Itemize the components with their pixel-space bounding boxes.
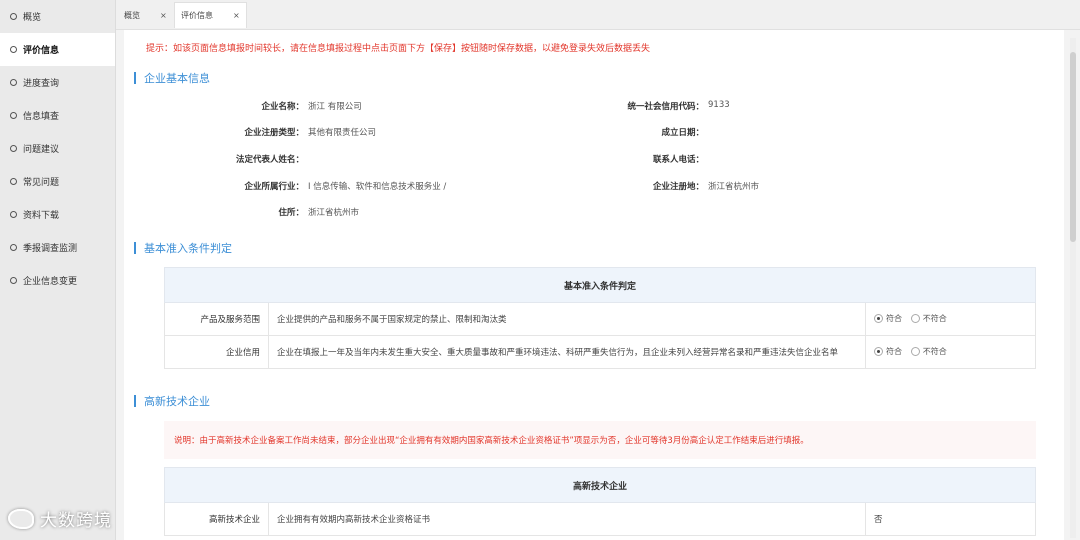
table-row: 企业信用 企业在填报上一年及当年内未发生重大安全、重大质量事故和严重环境违法、科… (164, 335, 1036, 369)
industry-label: 企业所属行业： (244, 182, 304, 192)
basic-judge-table: 基本准入条件判定 产品及服务范围 企业提供的产品和服务不属于国家规定的禁止、限制… (164, 267, 1036, 369)
hightech-table: 高新技术企业 高新技术企业 企业拥有有效期内高新技术企业资格证书 否 (164, 467, 1036, 536)
table-header-row: 基本准入条件判定 (164, 267, 1036, 303)
sidebar-item-info-fill[interactable]: 信息填查 (0, 99, 115, 132)
industry-value: I 信息传输、软件和信息技术服务业 / (308, 182, 447, 192)
reg-place-value: 浙江省杭州市 (708, 182, 760, 192)
circle-icon (10, 46, 17, 53)
radio-label: 不符合 (922, 313, 947, 323)
watermark-text: 大数跨境 (40, 511, 112, 531)
sidebar-item-label: 常见问题 (23, 178, 60, 188)
tab-bar: 概览 × 评价信息 × (116, 0, 1080, 30)
circle-icon (10, 79, 17, 86)
sidebar-item-label: 企业信息变更 (23, 277, 78, 287)
radio-yes[interactable]: 符合 (874, 313, 902, 324)
radio-yes[interactable]: 符合 (874, 346, 902, 357)
scrollbar-thumb[interactable] (1070, 52, 1076, 242)
section-bar (134, 395, 136, 407)
circle-icon (10, 178, 17, 185)
reg-type-value: 其他有限责任公司 (308, 128, 377, 138)
company-name-value: 浙江 有限公司 (308, 102, 362, 112)
row-text: 企业提供的产品和服务不属于国家规定的禁止、限制和淘汰类 (268, 302, 866, 336)
sidebar-item-downloads[interactable]: 资料下载 (0, 198, 115, 231)
circle-icon (10, 112, 17, 119)
radio-group: 符合 不符合 (865, 302, 1036, 336)
radio-unchecked-icon (910, 346, 920, 356)
sidebar-item-company-change[interactable]: 企业信息变更 (0, 264, 115, 297)
section-bar (134, 242, 136, 254)
radio-label: 符合 (886, 313, 902, 323)
address-value: 浙江省杭州市 (308, 208, 360, 218)
section-title: 企业基本信息 (144, 72, 210, 85)
row-label: 产品及服务范围 (164, 302, 269, 336)
watermark-logo-icon (8, 508, 34, 529)
form-panel: 提示：如该页面信息填报时间较长，请在信息填报过程中点击页面下方【保存】按钮随时保… (124, 30, 1064, 540)
company-name-label: 企业名称： (261, 102, 304, 112)
section-hightech: 高新技术企业 (134, 393, 210, 409)
radio-label: 符合 (886, 346, 902, 356)
circle-icon (10, 277, 17, 284)
sidebar-item-label: 资料下载 (23, 211, 60, 221)
sidebar-item-faq[interactable]: 常见问题 (0, 165, 115, 198)
sidebar-item-overview[interactable]: 概览 (0, 0, 115, 33)
circle-icon (10, 145, 17, 152)
row-text: 企业在填报上一年及当年内未发生重大安全、重大质量事故和严重环境违法、科研严重失信… (268, 335, 866, 369)
credit-code-label: 统一社会信用代码： (627, 102, 704, 112)
sidebar-item-label: 进度查询 (23, 79, 60, 89)
sidebar-item-label: 评价信息 (23, 46, 60, 56)
section-title: 高新技术企业 (144, 395, 210, 408)
section-bar (134, 72, 136, 84)
radio-checked-icon (874, 346, 883, 356)
section-basic-judge: 基本准入条件判定 (134, 240, 232, 256)
row-label: 企业信用 (164, 335, 269, 369)
watermark: 大数跨境 (8, 506, 112, 531)
row-text: 企业拥有有效期内高新技术企业资格证书 (268, 502, 866, 536)
circle-icon (10, 244, 17, 251)
reg-place-label: 企业注册地： (652, 182, 704, 192)
tab-overview[interactable]: 概览 × (118, 2, 173, 28)
tab-label: 评价信息 (181, 11, 213, 20)
legal-rep-label: 法定代表人姓名： (235, 155, 304, 165)
circle-icon (10, 13, 17, 20)
section-title: 基本准入条件判定 (144, 242, 232, 255)
reg-type-label: 企业注册类型： (244, 128, 304, 138)
sidebar-item-label: 季报调查监测 (23, 244, 78, 254)
sidebar-item-label: 概览 (23, 13, 42, 23)
table-title: 基本准入条件判定 (164, 267, 1036, 303)
radio-unchecked-icon (910, 313, 920, 323)
founded-label: 成立日期： (661, 128, 704, 138)
sidebar-item-evaluation[interactable]: 评价信息 (0, 33, 115, 66)
table-row: 高新技术企业 企业拥有有效期内高新技术企业资格证书 否 (164, 502, 1036, 536)
credit-code-value: 9133 (708, 100, 730, 110)
table-header-row: 高新技术企业 (164, 467, 1036, 503)
address-label: 住所： (278, 208, 304, 218)
tab-label: 概览 (124, 10, 140, 20)
hightech-note: 说明：由于高新技术企业备案工作尚未结束，部分企业出现“企业拥有有效期内国家高新技… (164, 421, 1036, 459)
section-basic-info: 企业基本信息 (134, 70, 210, 86)
main-content: 提示：如该页面信息填报时间较长，请在信息填报过程中点击页面下方【保存】按钮随时保… (116, 30, 1080, 540)
row-answer: 否 (865, 502, 1036, 536)
radio-group: 符合 不符合 (865, 335, 1036, 369)
circle-icon (10, 211, 17, 218)
sidebar-item-label: 信息填查 (23, 112, 60, 122)
radio-checked-icon (874, 313, 883, 323)
row-label: 高新技术企业 (164, 502, 269, 536)
close-icon[interactable]: × (233, 11, 240, 20)
sidebar-item-label: 问题建议 (23, 145, 60, 155)
close-icon[interactable]: × (160, 11, 167, 20)
save-tip: 提示：如该页面信息填报时间较长，请在信息填报过程中点击页面下方【保存】按钮随时保… (146, 44, 651, 54)
sidebar-item-progress[interactable]: 进度查询 (0, 66, 115, 99)
radio-label: 不符合 (922, 346, 947, 356)
sidebar-item-suggestion[interactable]: 问题建议 (0, 132, 115, 165)
table-title: 高新技术企业 (164, 467, 1036, 503)
phone-label: 联系人电话： (652, 155, 704, 165)
tab-evaluation[interactable]: 评价信息 × (174, 2, 247, 28)
radio-no[interactable]: 不符合 (910, 313, 947, 324)
radio-no[interactable]: 不符合 (910, 346, 947, 357)
table-row: 产品及服务范围 企业提供的产品和服务不属于国家规定的禁止、限制和淘汰类 符合 不… (164, 302, 1036, 336)
sidebar-item-quarterly-survey[interactable]: 季报调查监测 (0, 231, 115, 264)
sidebar: 概览 评价信息 进度查询 信息填查 问题建议 常见问题 资料下载 季报调查监测 … (0, 0, 116, 540)
